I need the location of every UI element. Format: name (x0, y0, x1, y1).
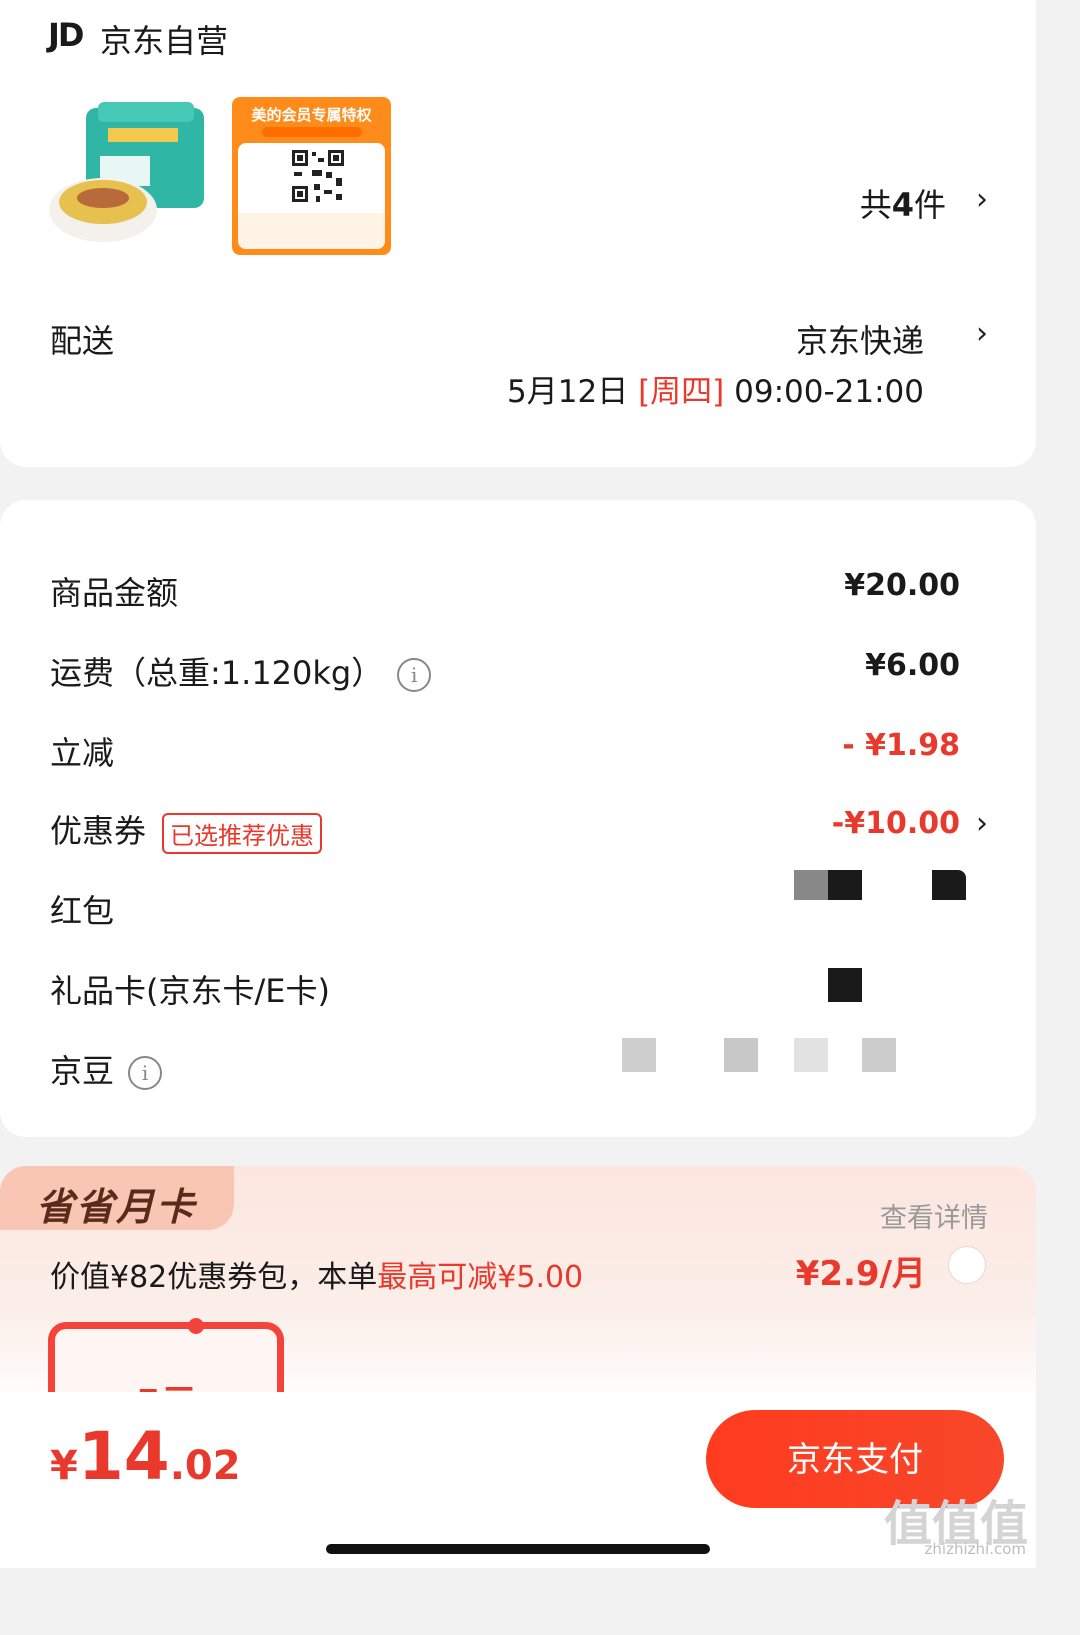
item-count-number: 4 (891, 186, 914, 224)
total-decimal: .02 (169, 1443, 241, 1489)
coupon-value[interactable]: -¥10.00 (832, 806, 960, 841)
month-card-price: ¥2.9/月 (795, 1254, 926, 1294)
month-card-badge: 省省月卡 (0, 1166, 234, 1230)
gift-card-label: 礼品卡(京东卡/E卡) (50, 972, 330, 1010)
coupon-recommended-tag: 已选推荐优惠 (162, 812, 323, 854)
product-thumbnail-noodles[interactable] (48, 98, 210, 250)
item-count[interactable]: 共4件 (860, 180, 946, 226)
checkout-bar: ¥14.02 京东支付 值值值 zhizhizhi.com (0, 1392, 1036, 1568)
price-summary-card: 商品金额 ¥20.00 运费（总重:1.120kg） i ¥6.00 立减 - ¥… (0, 500, 1036, 1137)
instant-discount-value: - ¥1.98 (842, 728, 960, 763)
total-integer: 14 (77, 1418, 170, 1495)
coupon-notch (188, 1318, 204, 1334)
chevron-right-icon[interactable]: › (976, 806, 988, 841)
member-card-footer (238, 213, 385, 249)
month-card-radio[interactable] (948, 1246, 986, 1284)
member-card-title: 美的会员专属特权 (251, 106, 372, 124)
order-items-card: JD 京东自营 美的会员专属特权 共4件 › 配送 京东快递 › 5月12日 [… (0, 0, 1036, 467)
coupon-label: 优惠券 (50, 812, 147, 850)
item-count-prefix: 共 (859, 186, 892, 224)
instant-discount-label: 立减 (50, 734, 115, 772)
delivery-label: 配送 (50, 322, 115, 360)
qr-code-icon (290, 148, 346, 204)
shipping-row: 运费（总重:1.120kg） i (50, 648, 432, 694)
goods-amount-label: 商品金额 (50, 574, 179, 612)
shipping-value: ¥6.00 (865, 648, 960, 683)
delivery-time[interactable]: 5月12日 [周四] 09:00-21:00 (507, 366, 924, 411)
item-count-suffix: 件 (913, 186, 946, 224)
total-currency: ¥ (50, 1443, 78, 1489)
month-card-desc-highlight: 最高可减¥5.00 (377, 1260, 584, 1295)
month-card-title: 省省月卡 (36, 1185, 197, 1229)
chevron-right-icon[interactable]: › (976, 316, 988, 351)
month-card-description: 价值¥82优惠券包，本单最高可减¥5.00 (50, 1252, 583, 1296)
redacted-block (622, 1038, 656, 1072)
store-name: 京东自营 (100, 22, 229, 60)
redacted-block (794, 1038, 828, 1072)
member-card-subtitle-bar (262, 127, 362, 137)
delivery-company[interactable]: 京东快递 (796, 316, 924, 362)
member-card-panel (238, 143, 385, 249)
product-thumbnail-member-card[interactable]: 美的会员专属特权 (232, 97, 391, 255)
delivery-date: 5月12日 (507, 374, 629, 410)
redacted-block (828, 870, 862, 900)
redacted-block (932, 870, 966, 900)
redacted-block (862, 1038, 896, 1072)
home-indicator[interactable] (326, 1544, 710, 1554)
coupon-row[interactable]: 优惠券 已选推荐优惠 (50, 806, 323, 854)
redacted-block (828, 968, 862, 1002)
red-packet-label: 红包 (50, 892, 115, 930)
watermark-url: zhizhizhi.com (924, 1540, 1026, 1558)
redacted-block (794, 870, 828, 900)
jingdou-label: 京豆 (50, 1052, 115, 1090)
goods-amount-value: ¥20.00 (844, 568, 960, 603)
info-icon[interactable]: i (128, 1056, 163, 1090)
total-price: ¥14.02 (50, 1418, 241, 1495)
month-card-detail-link[interactable]: 查看详情 (880, 1196, 988, 1235)
month-card-promo: 省省月卡 查看详情 价值¥82优惠券包，本单最高可减¥5.00 ¥2.9/月 5… (0, 1166, 1036, 1424)
jd-logo: JD (48, 16, 84, 54)
info-icon[interactable]: i (397, 658, 432, 692)
chevron-right-icon[interactable]: › (976, 182, 988, 217)
shipping-label: 运费（总重:1.120kg） (50, 654, 384, 692)
jingdou-row: 京豆 i (50, 1046, 163, 1092)
delivery-weekday: [周四] (638, 374, 725, 410)
delivery-time-range: 09:00-21:00 (734, 374, 924, 410)
redacted-block (724, 1038, 758, 1072)
month-card-desc-prefix: 价值¥82优惠券包，本单 (50, 1260, 378, 1295)
